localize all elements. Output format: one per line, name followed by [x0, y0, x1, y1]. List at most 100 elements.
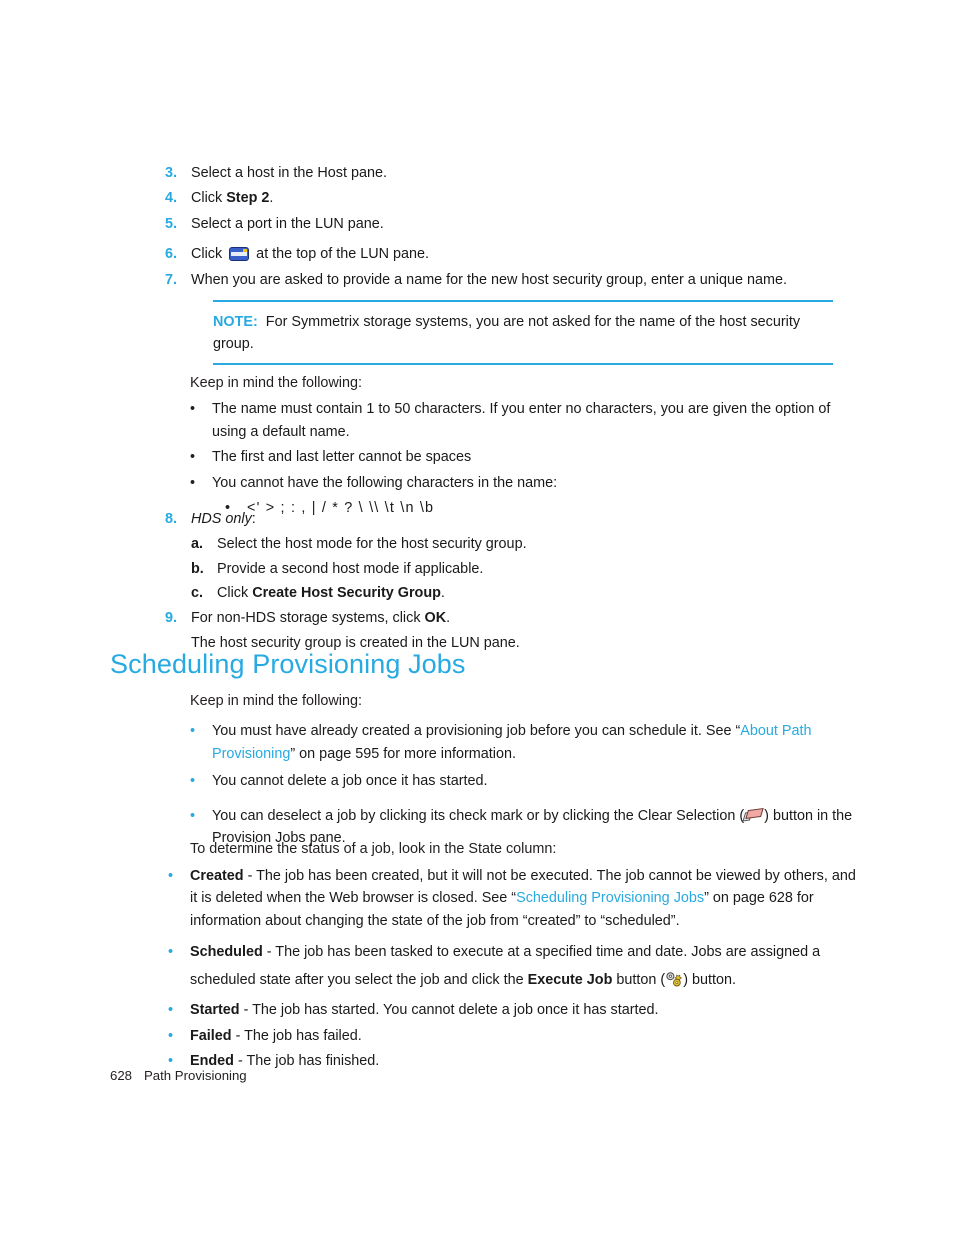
step-text-part: Select a host in the Host pane.	[191, 165, 387, 181]
step-item: 8. HDS only:	[165, 508, 855, 530]
execute-job-gear-icon	[665, 971, 683, 988]
keep-in-mind-list-1: Keep in mind the following: • The name m…	[190, 372, 850, 519]
list-item-text-part: You must have already created a provisio…	[212, 723, 741, 740]
step-text: Click Step 2.	[191, 187, 855, 209]
substep-item: b. Provide a second host mode if applica…	[191, 558, 855, 580]
step-text-part: Click	[191, 246, 227, 263]
step-number: 7.	[165, 271, 178, 288]
step-text-part: Click	[191, 190, 227, 207]
page-title: Scheduling Provisioning Jobs	[110, 649, 466, 679]
step-text-part: .	[446, 609, 451, 626]
substep-text: Provide a second host mode if applicable…	[217, 560, 484, 577]
bullet-dot-icon: •	[190, 723, 196, 740]
step-italic-term: HDS only	[191, 511, 252, 527]
bullet-dot-icon: •	[190, 807, 196, 824]
step-bold-term: OK	[424, 609, 447, 626]
step-text-part: at the top of the LUN pane.	[252, 246, 429, 263]
document-page: 3. Select a host in the Host pane. 4. Cl…	[0, 0, 954, 1235]
step-bold-term: Step 2	[226, 190, 270, 207]
state-name: Scheduled	[190, 944, 263, 961]
list-item-text: The name must contain 1 to 50 characters…	[212, 401, 831, 440]
substep-text: Click Create Host Security Group.	[217, 582, 445, 604]
list-item: • Created - The job has been created, bu…	[168, 865, 858, 932]
list-item-text: You cannot delete a job once it has star…	[212, 773, 488, 790]
bullet-dot-icon: •	[168, 1002, 174, 1019]
step-number: 6.	[165, 246, 178, 263]
state-text-part: button (	[612, 972, 666, 989]
state-text-part: - The job has finished.	[233, 1053, 380, 1070]
note-text: For Symmetrix storage systems, you are n…	[213, 313, 801, 352]
list-item-text: Created - The job has been created, but …	[190, 865, 858, 932]
step-number: 5.	[165, 215, 178, 232]
substep-bold-term: Create Host Security Group	[252, 585, 441, 602]
list-item: • You must have already created a provis…	[190, 720, 855, 765]
note-label: NOTE:	[213, 313, 258, 330]
note-callout: NOTE: For Symmetrix storage systems, you …	[213, 300, 833, 365]
page-footer: 628 Path Provisioning	[110, 1066, 247, 1086]
bullet-dot-icon: •	[168, 944, 174, 961]
numbered-step-list: 3. Select a host in the Host pane. 4. Cl…	[165, 162, 855, 294]
step-text-part: .	[269, 190, 274, 207]
eraser-icon	[742, 807, 764, 823]
bullet-dot-icon: •	[190, 401, 196, 418]
state-name: Created	[190, 868, 244, 884]
substep-text-part: Click	[217, 585, 253, 602]
footer-section-title: Path Provisioning	[144, 1068, 247, 1083]
step-text: For non-HDS storage systems, click OK.	[191, 607, 855, 629]
step-item: 6. Click at the top of the LUN pane.	[165, 243, 855, 265]
step-item: 7. When you are asked to provide a name …	[165, 269, 855, 291]
step-item: 5. Select a port in the LUN pane.	[165, 213, 855, 235]
bullet-dot-icon: •	[168, 1027, 174, 1044]
bullet-dot-icon: •	[190, 474, 196, 491]
step-number: 9.	[165, 609, 178, 626]
substep-text-part: .	[440, 585, 445, 602]
step-number: 8.	[165, 511, 178, 527]
substep-letter: c.	[191, 585, 204, 602]
substep-item: c. Click Create Host Security Group.	[191, 582, 855, 604]
step-text-part: For non-HDS storage systems, click	[191, 609, 425, 626]
step-8-group: 8. HDS only: a. Select the host mode for…	[165, 508, 855, 657]
state-text-part: - The job has failed.	[231, 1027, 362, 1044]
lun-pane-icon	[229, 247, 250, 262]
cross-reference-link-scheduling-provisioning-jobs[interactable]: Scheduling Provisioning Jobs	[516, 890, 704, 906]
step-text: Click at the top of the LUN pane.	[191, 243, 855, 265]
step-number: 4.	[165, 190, 178, 207]
step-item: 9. For non-HDS storage systems, click OK…	[165, 607, 855, 629]
list-item-text: You must have already created a provisio…	[212, 720, 855, 765]
list-item: • Failed - The job has failed.	[168, 1025, 858, 1047]
list-item-text: Ended - The job has finished.	[190, 1050, 858, 1072]
step-text-part: Select a port in the LUN pane.	[191, 215, 384, 232]
list-item-text: Started - The job has started. You canno…	[190, 999, 858, 1021]
list-item: • The first and last letter cannot be sp…	[190, 446, 850, 468]
list-item-text-part: ” on page 595 for more information.	[290, 745, 516, 762]
keep-in-mind-list-2: Keep in mind the following: • You must h…	[190, 690, 855, 849]
note-body: NOTE: For Symmetrix storage systems, you …	[213, 302, 833, 364]
list-item-text: The first and last letter cannot be spac…	[212, 449, 472, 466]
state-text-part: ) button.	[683, 972, 736, 989]
list-item-text: Failed - The job has failed.	[190, 1025, 858, 1047]
list-item: • Started - The job has started. You can…	[168, 999, 858, 1021]
state-bold-term: Execute Job	[527, 972, 613, 989]
list-item: • Ended - The job has finished.	[168, 1050, 858, 1072]
substep-item: a. Select the host mode for the host sec…	[191, 533, 855, 555]
state-name: Failed	[190, 1027, 232, 1044]
step-item: 4. Click Step 2.	[165, 187, 855, 209]
step-text: Select a host in the Host pane.	[191, 162, 855, 184]
substep-letter: b.	[191, 560, 204, 577]
bullet-dot-icon: •	[190, 449, 196, 466]
keep-in-mind-intro: Keep in mind the following:	[190, 693, 362, 709]
step-text-part: When you are asked to provide a name for…	[191, 271, 787, 288]
bullet-dot-icon: •	[168, 868, 174, 884]
footer-page-number: 628	[110, 1068, 133, 1083]
job-state-list: • Created - The job has been created, bu…	[168, 865, 858, 1072]
state-text-part: - The job has started. You cannot delete…	[239, 1002, 659, 1019]
state-column-intro: To determine the status of a job, look i…	[190, 841, 557, 857]
substep-letter: a.	[191, 536, 204, 553]
substep-text: Select the host mode for the host securi…	[217, 536, 527, 553]
state-name: Started	[190, 1002, 240, 1019]
step-text: HDS only:	[191, 508, 855, 530]
step-text: When you are asked to provide a name for…	[191, 269, 855, 291]
list-item: • Scheduled - The job has been tasked to…	[168, 938, 858, 994]
note-bottom-rule	[213, 363, 833, 365]
bullet-dot-icon: •	[190, 773, 196, 790]
